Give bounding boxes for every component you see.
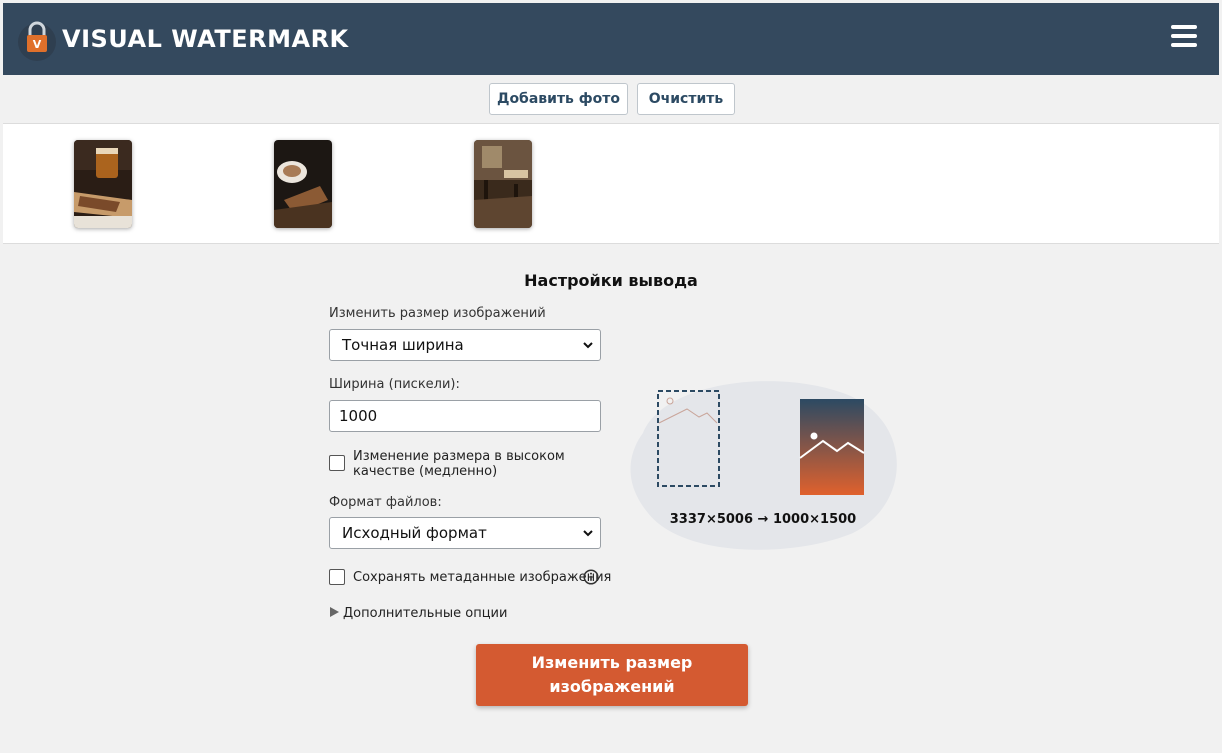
format-value: Исходный формат [342, 524, 487, 542]
high-quality-label: Изменение размера в высоком качестве (ме… [353, 449, 565, 479]
format-label: Формат файлов: [329, 495, 442, 510]
format-select[interactable]: Исходный формат [329, 517, 601, 549]
advanced-options-toggle[interactable]: Дополнительные опции [330, 606, 507, 621]
resize-mode-value: Точная ширина [342, 336, 464, 354]
app-frame: V VISUAL WATERMARK Добавить фото Очистит… [3, 3, 1219, 753]
resize-mode-select[interactable]: Точная ширина [329, 329, 601, 361]
clear-button[interactable]: Очистить [637, 83, 735, 115]
svg-text:V: V [33, 38, 42, 51]
triangle-right-icon [330, 607, 339, 617]
thumbnail-image[interactable] [474, 140, 532, 228]
thumbnail-image[interactable] [274, 140, 332, 228]
app-logo-text[interactable]: VISUAL WATERMARK [62, 25, 349, 53]
settings-title: Настройки вывода [524, 271, 698, 290]
chevron-down-icon [583, 342, 593, 349]
metadata-checkbox[interactable] [329, 569, 345, 585]
header: V VISUAL WATERMARK [3, 3, 1219, 75]
resize-images-button[interactable]: Изменить размер изображений [476, 644, 748, 706]
width-label: Ширина (пискели): [329, 377, 460, 392]
width-input[interactable]: 1000 [329, 400, 601, 432]
thumbnail-image[interactable] [74, 140, 132, 228]
resize-label: Изменить размер изображений [329, 306, 546, 321]
dimensions-readout: 3337×5006 → 1000×1500 [669, 512, 857, 527]
add-photo-button[interactable]: Добавить фото [489, 83, 628, 115]
thumbnail-strip [3, 124, 1219, 244]
coffee-croissant-photo [274, 140, 332, 228]
high-quality-checkbox[interactable] [329, 455, 345, 471]
drink-pastry-photo [74, 140, 132, 228]
metadata-label: Сохранять метаданные изображения [353, 570, 612, 585]
toolbar: Добавить фото Очистить [3, 75, 1219, 124]
output-image-icon [799, 399, 865, 495]
padlock-logo-icon: V [18, 21, 56, 61]
advanced-options-label: Дополнительные опции [343, 606, 508, 621]
info-icon[interactable] [583, 569, 599, 585]
hamburger-menu-icon[interactable] [1171, 25, 1197, 49]
chevron-down-icon [583, 530, 593, 537]
cafe-chairs-photo [474, 140, 532, 228]
